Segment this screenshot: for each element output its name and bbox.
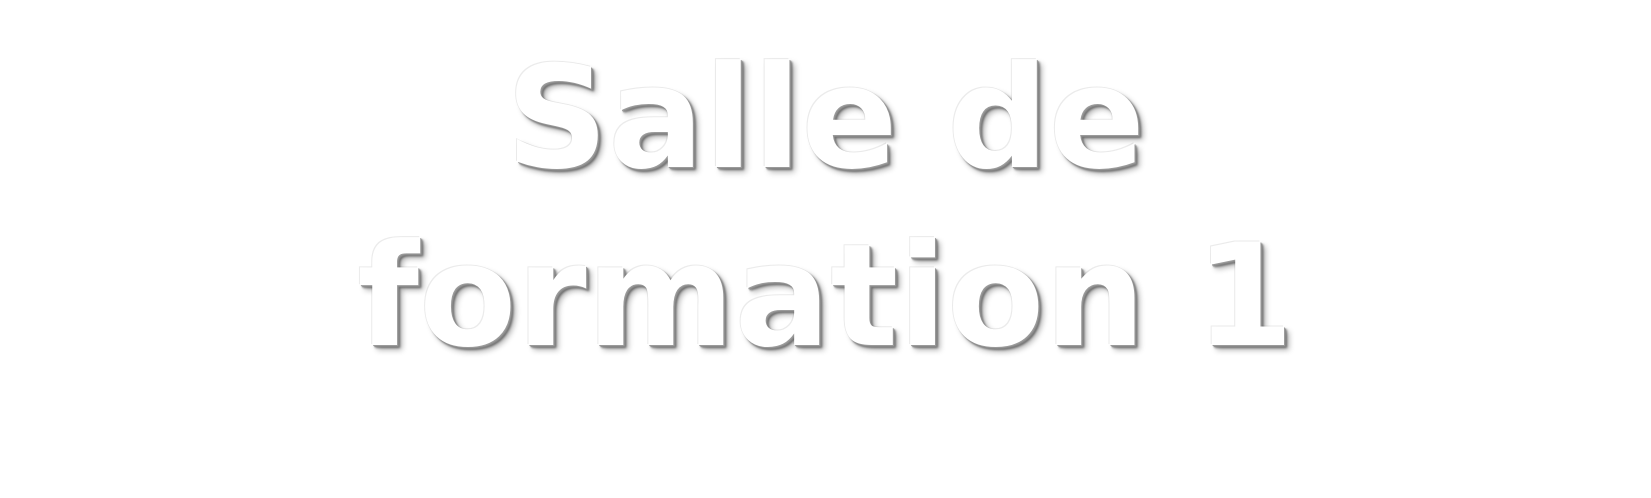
room-name-line-2: formation 1	[357, 214, 1294, 379]
room-name-line-1: Salle de	[505, 36, 1146, 201]
room-sign: Salle de formation 1	[0, 0, 1651, 498]
